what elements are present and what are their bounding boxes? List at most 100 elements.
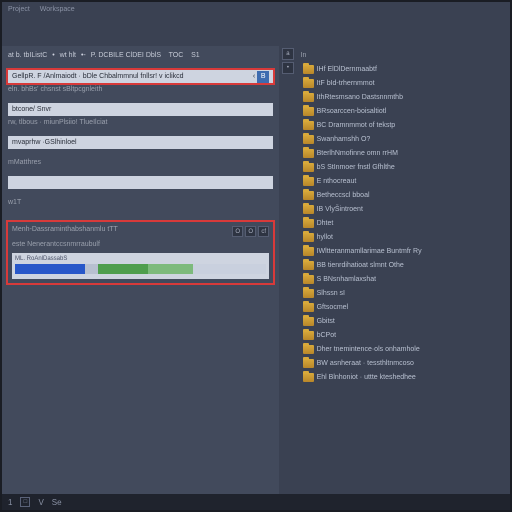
input-value: btcone/ Snvr [12, 106, 51, 113]
titlebar-item[interactable]: Project [8, 6, 30, 13]
header-space [2, 16, 510, 46]
list-item[interactable]: Betheccscl bboal [301, 189, 506, 202]
file-label: IB VlyŠintroent [317, 206, 363, 213]
file-label: BW asnheraat · tessthltnmcoso [317, 360, 414, 367]
search-input-1[interactable]: GellpR. F /Anlmaiodt · bDle Chbalmmnul f… [8, 70, 273, 83]
file-label: ItF bId-trhernmmot [317, 80, 375, 87]
file-tree-pane: In IHf ElDlDernmaabtfItF bId-trhernmmotI… [297, 46, 510, 494]
timeline-segment-green[interactable] [98, 264, 148, 274]
folder-icon [303, 317, 314, 326]
file-label: Gftsocmel [317, 304, 349, 311]
file-label: Dhtet [317, 220, 334, 227]
folder-icon [303, 93, 314, 102]
list-item[interactable]: BC Dramnmmot of tekstp [301, 119, 506, 132]
toolbar-segment[interactable]: at b. tbIListC [8, 52, 47, 59]
file-label: E nthocreaut [317, 178, 357, 185]
file-label: IWltteranmamllarimae Buntmfr Ry [317, 248, 422, 255]
folder-icon [303, 331, 314, 340]
chevron-left-icon[interactable]: ‹ [253, 73, 255, 80]
list-item[interactable]: hyllot [301, 231, 506, 244]
file-label: BterlhNmofinne omn rrHM [317, 150, 398, 157]
titlebar-item[interactable]: Workspace [40, 6, 75, 13]
toolbar-segment[interactable]: wt hlt [60, 52, 76, 59]
panel-button[interactable]: O [232, 226, 243, 237]
folder-icon [303, 233, 314, 242]
file-label: Swanhamshh O? [317, 136, 371, 143]
toolbar-segment[interactable]: S1 [191, 52, 200, 59]
folder-icon [303, 177, 314, 186]
list-item[interactable]: Slhssn sI [301, 287, 506, 300]
list-item[interactable]: E nthocreaut [301, 175, 506, 188]
folder-icon [303, 275, 314, 284]
input-row-2[interactable]: btcone/ Snvr [8, 103, 273, 116]
toolbar-segment[interactable]: TOC [169, 52, 184, 59]
file-list: IHf ElDlDernmaabtf ItF bId-trhernmmot IthR… [301, 63, 506, 384]
gutter-tool[interactable]: • [282, 62, 294, 74]
file-label: BRsoarccen-boisaltiotl [317, 108, 387, 115]
panel-sublabel: este Nenerantccsnmrraubulf [12, 240, 269, 249]
folder-icon [303, 345, 314, 354]
file-label: hyllot [317, 234, 333, 241]
file-label: IHf ElDlDernmaabtf [317, 66, 377, 73]
list-item[interactable]: BterlhNmofinne omn rrHM [301, 147, 506, 160]
list-item[interactable]: bS StInmoer fnstl Gfhlthe [301, 161, 506, 174]
list-item[interactable]: bCPot [301, 329, 506, 342]
list-item[interactable]: Swanhamshh O? [301, 133, 506, 146]
list-item[interactable]: Dher tnemintence·ols onhamhole [301, 343, 506, 356]
list-item[interactable]: IWltteranmamllarimae Buntmfr Ry [301, 245, 506, 258]
folder-icon [303, 303, 314, 312]
list-item[interactable]: IB VlyŠintroent [301, 203, 506, 216]
status-text: V [38, 498, 43, 507]
timeline-segment-green[interactable] [148, 264, 193, 274]
separator-icon: •- [81, 52, 86, 59]
input-value: mvaprhw ·GSlhinloel [12, 139, 77, 146]
list-item[interactable]: Dhtet [301, 217, 506, 230]
file-label: BC Dramnmmot of tekstp [317, 122, 396, 129]
hint-label: eln. bhBs' chsnst sBltpcgnleith [8, 85, 273, 94]
status-text: 1 [8, 498, 12, 507]
file-label: Dher tnemintence·ols onhamhole [317, 346, 420, 353]
list-item[interactable]: BRsoarccen-boisaltiotl [301, 105, 506, 118]
folder-icon [303, 135, 314, 144]
panel-button[interactable]: O [245, 226, 256, 237]
file-label: bCPot [317, 332, 336, 339]
list-item[interactable]: Ehl Blnhoniot · uttte kteshedhee [301, 371, 506, 384]
input-row-3[interactable]: mvaprhw ·GSlhinloel [8, 136, 273, 149]
window-frame: Project Workspace at b. tbIListC • wt hl… [0, 0, 512, 512]
input-value: GellpR. F /Anlmaiodt · bDle Chbalmmnul f… [12, 73, 184, 80]
file-label: Gbitst [317, 318, 335, 325]
file-label: S BNsnhamlaxshat [317, 276, 377, 283]
breadcrumb-toolbar: at b. tbIListC • wt hlt •- P. DCBILE ClD… [8, 50, 273, 61]
timeline-label: ML. RoAnlDassabS [15, 256, 266, 262]
file-label: IthRtesmsano Dastsnnmthb [317, 94, 403, 101]
timeline-track[interactable] [15, 264, 266, 274]
tool-gutter: a • [279, 46, 296, 494]
list-item[interactable]: BW asnheraat · tessthltnmcoso [301, 357, 506, 370]
timeline-segment-blue[interactable] [15, 264, 85, 274]
status-icon[interactable]: □ [20, 497, 30, 507]
list-item[interactable]: IthRtesmsano Dastsnnmthb [301, 91, 506, 104]
list-item[interactable]: BB tienrdihatioat slmnt Othe [301, 259, 506, 272]
folder-icon [303, 191, 314, 200]
main-area: at b. tbIListC • wt hlt •- P. DCBILE ClD… [2, 46, 510, 494]
list-item[interactable]: IHf ElDlDernmaabtf [301, 63, 506, 76]
hint-label: mMatthres [8, 158, 273, 167]
toolbar-segment[interactable]: P. DCBILE ClDEI DblS [91, 52, 161, 59]
folder-icon [303, 289, 314, 298]
folder-icon [303, 247, 314, 256]
status-text: Se [52, 498, 62, 507]
badge-icon[interactable]: B [257, 71, 269, 83]
list-item[interactable]: Gftsocmel [301, 301, 506, 314]
input-row-4[interactable] [8, 176, 273, 189]
list-item[interactable]: Gbitst [301, 315, 506, 328]
hint-label: rw, tlbous · miunPlsiio! TlueIlciat [8, 118, 273, 127]
file-label: Ehl Blnhoniot · uttte kteshedhee [317, 374, 416, 381]
list-item[interactable]: ItF bId-trhernmmot [301, 77, 506, 90]
file-label: Betheccscl bboal [317, 192, 370, 199]
folder-icon [303, 79, 314, 88]
list-item[interactable]: S BNsnhamlaxshat [301, 273, 506, 286]
pane-title: In [301, 50, 506, 63]
panel-button[interactable]: cf [258, 226, 269, 237]
gutter-tool[interactable]: a [282, 48, 294, 60]
timeline[interactable]: ML. RoAnlDassabS [12, 253, 269, 279]
